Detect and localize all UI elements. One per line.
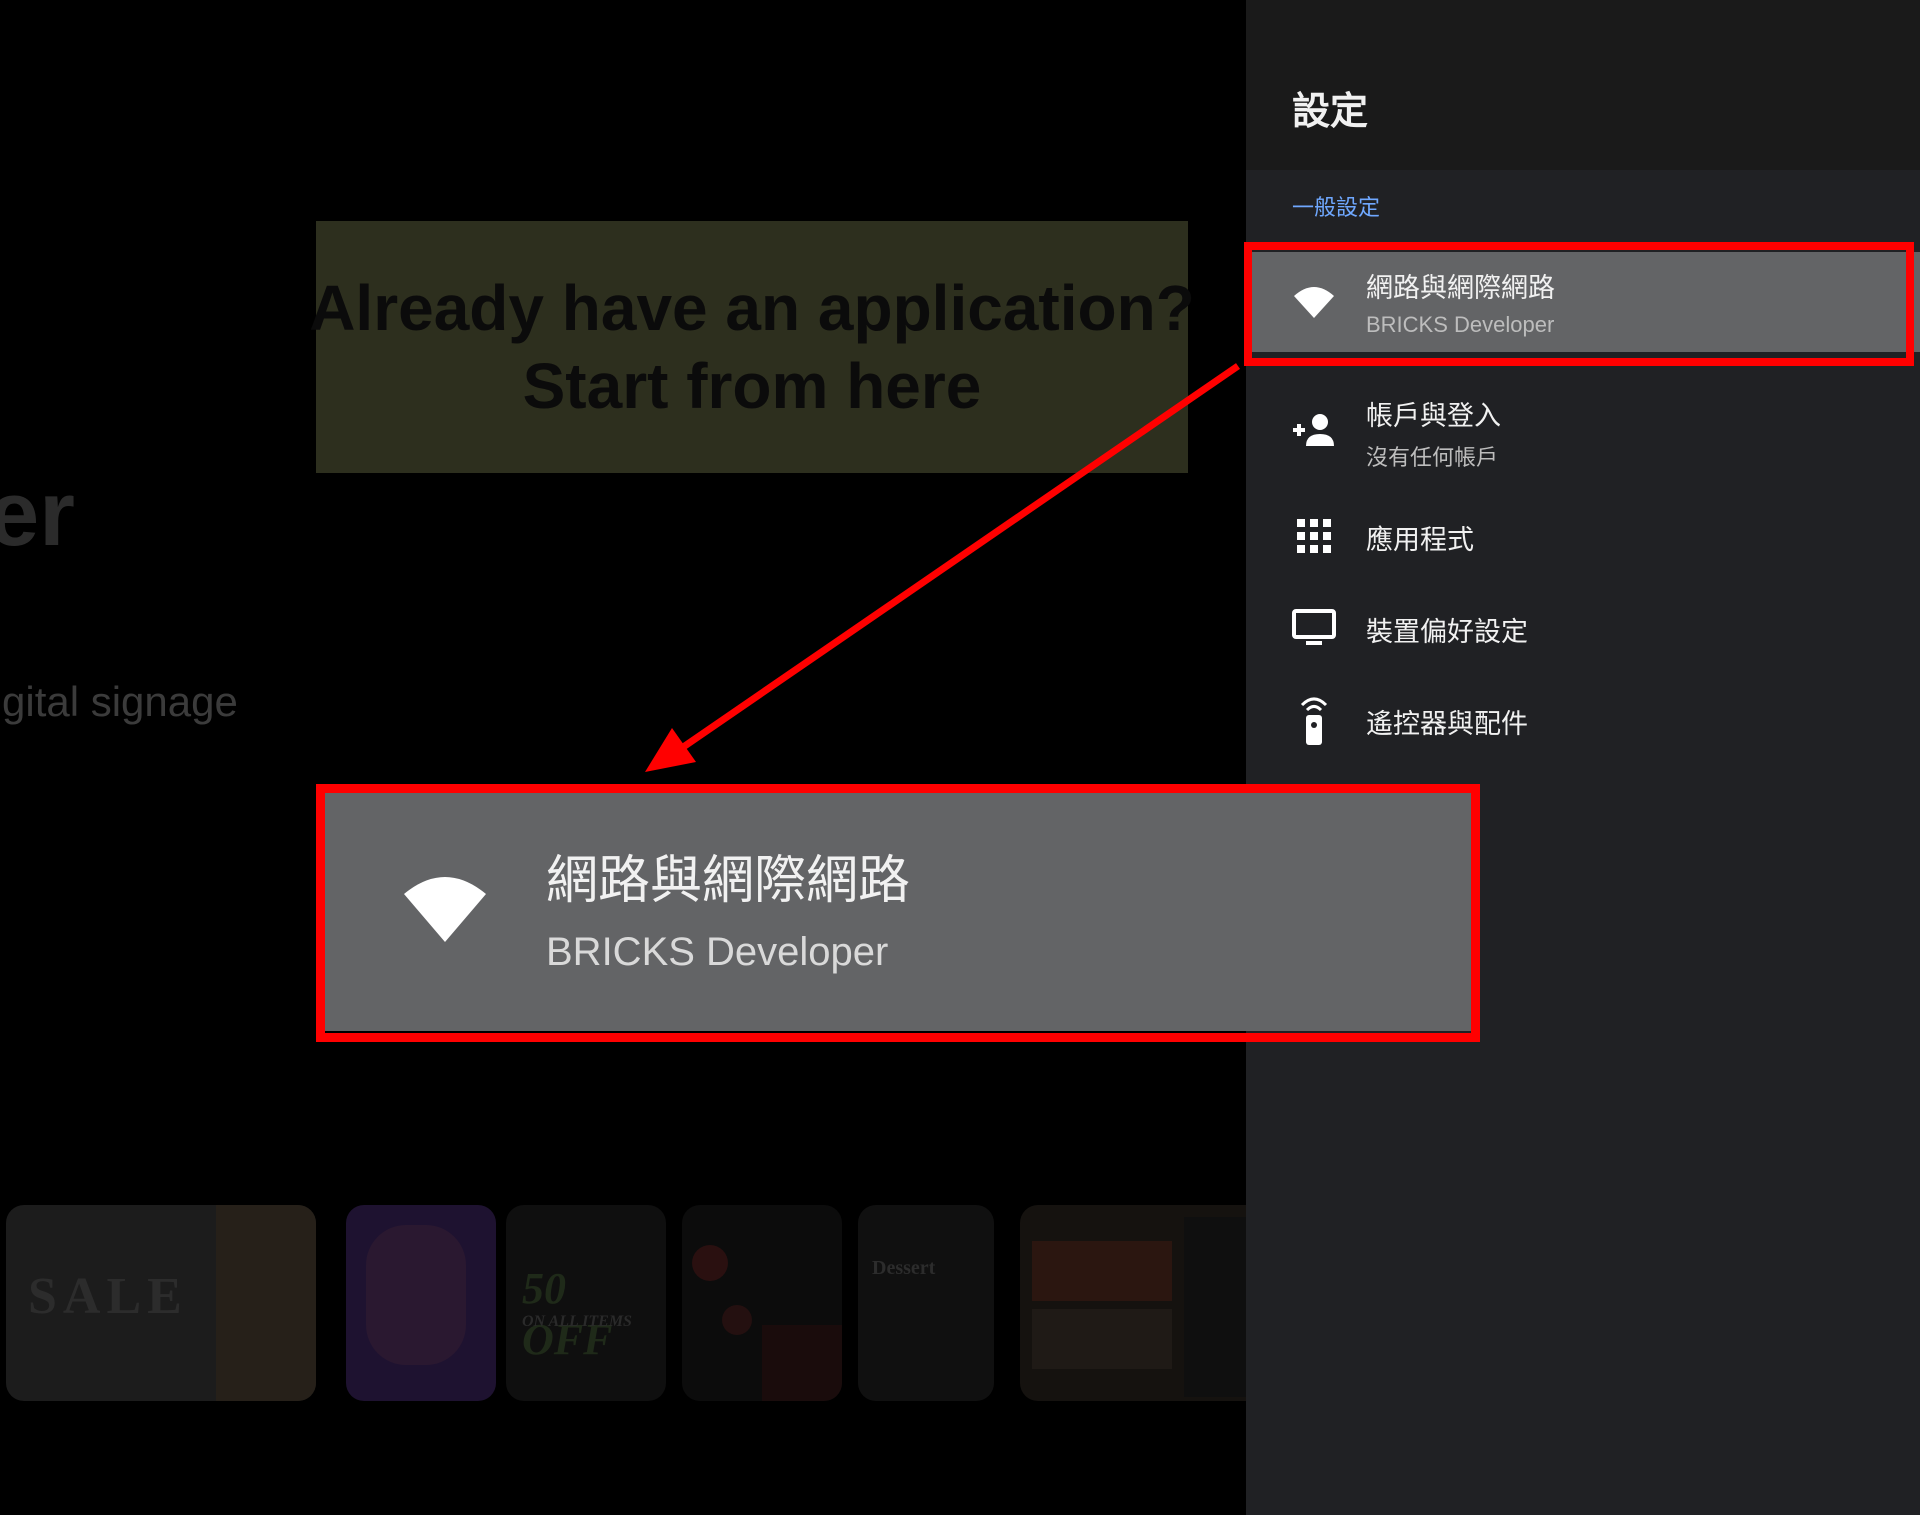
template-thumbnail[interactable] xyxy=(1020,1205,1246,1401)
add-person-icon xyxy=(1292,408,1336,452)
menu-item-remotes[interactable]: 遙控器與配件 xyxy=(1246,674,1920,766)
highlight-box-network xyxy=(1244,242,1914,366)
template-thumbnail[interactable]: 50 OFF ON ALL ITEMS xyxy=(506,1205,666,1401)
callout-line-2: Start from here xyxy=(522,350,982,422)
callout-line-1: Already have an application? xyxy=(309,272,1195,344)
menu-item-label: 帳戶與登入 xyxy=(1366,401,1501,432)
template-thumbnail[interactable] xyxy=(346,1205,496,1401)
menu-item-label: 應用程式 xyxy=(1366,525,1474,556)
apps-grid-icon xyxy=(1292,514,1336,558)
callout-banner: Already have an application? Start from … xyxy=(309,221,1195,473)
background-title-fragment: er xyxy=(0,463,75,565)
thumbnail-subtext: ON ALL ITEMS xyxy=(522,1313,632,1330)
menu-item-sublabel: 沒有任何帳戶 xyxy=(1366,446,1499,471)
remote-icon xyxy=(1292,694,1336,746)
thumbnail-text: Dessert xyxy=(872,1257,936,1279)
menu-item-accounts[interactable]: 帳戶與登入 沒有任何帳戶 xyxy=(1246,380,1920,480)
template-thumbnail[interactable]: Dessert xyxy=(858,1205,994,1401)
settings-title: 設定 xyxy=(1292,89,1369,133)
menu-item-label: 遙控器與配件 xyxy=(1366,709,1528,740)
template-thumbnail[interactable] xyxy=(682,1205,842,1401)
background-subtitle-fragment: gital signage xyxy=(2,678,238,725)
tv-icon xyxy=(1292,606,1336,650)
menu-item-device-preferences[interactable]: 裝置偏好設定 xyxy=(1246,582,1920,674)
highlight-box-zoomed xyxy=(316,784,1480,1042)
settings-panel: 設定 一般設定 網路與網際網路 BRICKS Developer 帳戶與登入 沒… xyxy=(1244,0,1920,1515)
template-thumbnail[interactable]: SALE xyxy=(6,1205,316,1401)
menu-item-apps[interactable]: 應用程式 xyxy=(1246,490,1920,582)
menu-item-label: 裝置偏好設定 xyxy=(1366,617,1528,648)
section-label-general: 一般設定 xyxy=(1292,196,1381,221)
thumbnail-text: SALE xyxy=(28,1268,188,1325)
settings-header: 設定 xyxy=(1246,0,1920,170)
template-thumbnail-row: SALE 50 OFF ON ALL ITEMS Dessert xyxy=(6,1205,1246,1401)
